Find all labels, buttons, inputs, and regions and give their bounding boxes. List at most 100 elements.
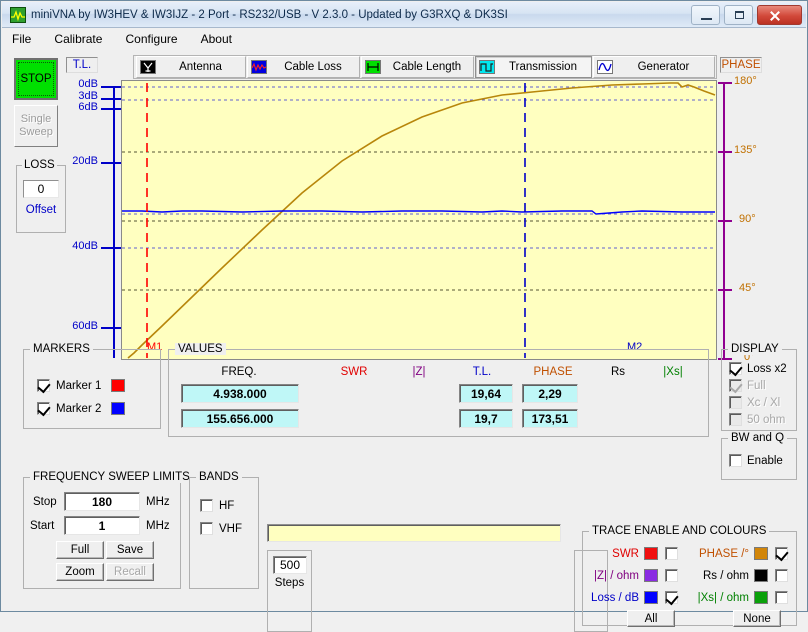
values-header-swr: SWR (340, 366, 368, 378)
display-full-checkbox (729, 379, 743, 394)
trace-xs-color-swatch[interactable] (754, 591, 768, 604)
band-vhf-label: VHF (219, 523, 242, 535)
right-axis-tick-45 (718, 289, 732, 291)
trace-panel-title: TRACE ENABLE AND COLOURS (589, 525, 770, 537)
antenna-icon (140, 60, 156, 74)
plot-canvas (122, 82, 716, 359)
generator-icon (597, 60, 613, 74)
window-title: miniVNA by IW3HEV & IW3IJZ - 2 Port - RS… (31, 9, 508, 21)
loss-value-input[interactable]: 0 (23, 180, 59, 198)
left-axis-tick-6db (101, 108, 121, 110)
tab-generator-label: Generator (637, 61, 690, 73)
trace-xs-label: |Xs| / ohm (697, 592, 749, 604)
loss-offset-label: Offset (25, 204, 57, 216)
trace-xs-checkbox[interactable] (775, 591, 788, 604)
loss-group: LOSS 0 Offset (16, 159, 66, 233)
trace-loss-checkbox[interactable] (665, 591, 679, 606)
stop-frequency-input[interactable]: 180 (64, 492, 140, 511)
band-hf-label: HF (219, 500, 235, 512)
marker-2-checkbox[interactable] (37, 402, 51, 417)
steps-input[interactable]: 500 (273, 556, 307, 574)
single-sweep-label-2: Sweep (19, 126, 53, 138)
trace-phase-label: PHASE /° (699, 548, 749, 560)
stop-unit: MHz (146, 496, 170, 508)
tab-transmission[interactable]: Transmission (475, 56, 592, 78)
close-button[interactable] (757, 5, 802, 25)
sweep-limits-title: FREQUENCY SWEEP LIMITS (30, 471, 193, 483)
minimize-button[interactable] (690, 5, 720, 25)
marker-1-color-swatch[interactable] (111, 379, 125, 392)
tab-cable-length-label: Cable Length (392, 61, 462, 73)
right-axis-label-135: 135° (734, 144, 757, 156)
save-button[interactable]: Save (106, 541, 154, 559)
trace-none-button[interactable]: None (733, 610, 781, 627)
trace-rs-label: Rs / ohm (702, 570, 749, 582)
tab-antenna[interactable]: Antenna (136, 56, 246, 78)
values-row1-phase: 2,29 (522, 384, 578, 403)
trace-z-checkbox[interactable] (665, 569, 678, 582)
trace-phase-color-swatch[interactable] (754, 547, 768, 560)
bw-and-q-enable-checkbox[interactable] (729, 454, 742, 467)
display-panel-title: DISPLAY (728, 343, 782, 355)
menu-item-calibrate[interactable]: Calibrate (44, 28, 112, 50)
minivna-window: miniVNA by IW3HEV & IW3IJZ - 2 Port - RS… (0, 0, 808, 632)
trace-swr-color-swatch[interactable] (644, 547, 658, 560)
maximize-button[interactable] (723, 5, 753, 25)
stop-label: Stop (33, 496, 57, 508)
values-row1-tl: 19,64 (459, 384, 513, 403)
left-axis-label-40db: 40dB (72, 240, 98, 252)
stop-button[interactable]: STOP (14, 58, 58, 100)
values-header-z: |Z| (412, 366, 426, 378)
band-vhf-checkbox[interactable] (200, 522, 213, 535)
trace-swr-checkbox[interactable] (665, 547, 678, 560)
bw-and-q-title: BW and Q (728, 432, 788, 444)
trace-rs-color-swatch[interactable] (754, 569, 768, 582)
tab-cable-length[interactable]: Cable Length (361, 56, 474, 78)
tab-cable-loss-label: Cable Loss (284, 61, 342, 73)
waveform-icon (251, 60, 267, 74)
menu-item-about[interactable]: About (191, 28, 242, 50)
trace-loss-label: Loss / dB (591, 592, 639, 604)
trace-loss-color-swatch[interactable] (644, 591, 658, 604)
display-loss-x2-label: Loss x2 (747, 363, 787, 375)
tab-generator[interactable]: Generator (593, 56, 715, 78)
full-button[interactable]: Full (56, 541, 104, 559)
steps-panel: 500 Steps (267, 550, 312, 632)
left-axis-tick-3db (101, 98, 121, 100)
trace-z-label: |Z| / ohm (594, 570, 639, 582)
menu-item-configure[interactable]: Configure (116, 28, 188, 50)
left-axis-label-20db: 20dB (72, 155, 98, 167)
marker-2-color-swatch[interactable] (111, 402, 125, 415)
values-panel: VALUES FREQ. SWR |Z| T.L. PHASE Rs |Xs| … (168, 343, 709, 437)
zoom-button[interactable]: Zoom (56, 563, 104, 581)
status-message-bar (267, 524, 561, 542)
right-axis-tick-135 (718, 151, 732, 153)
bw-and-q-panel: BW and Q Enable (721, 432, 797, 480)
display-xc-xl-checkbox (729, 396, 742, 409)
bands-panel-title: BANDS (196, 471, 242, 483)
right-axis-label-90: 90° (739, 213, 756, 225)
left-axis-tick-20db (101, 162, 121, 164)
menu-item-file[interactable]: File (2, 28, 41, 50)
window-buttons (690, 5, 802, 25)
display-loss-x2-checkbox[interactable] (729, 362, 743, 377)
client-area: Antenna Cable Loss Cable Length Transmis… (2, 50, 806, 632)
single-sweep-label-1: Single (20, 113, 52, 125)
start-frequency-input[interactable]: 1 (64, 516, 140, 535)
band-hf-checkbox[interactable] (200, 499, 213, 512)
trace-z-color-swatch[interactable] (644, 569, 658, 582)
left-axis-label-60db: 60dB (72, 320, 98, 332)
bands-panel: BANDS HF VHF (189, 471, 259, 589)
trace-rs-checkbox[interactable] (775, 569, 788, 582)
single-sweep-button[interactable]: Single Sweep (14, 105, 58, 147)
markers-panel-title: MARKERS (30, 343, 93, 355)
trace-phase-checkbox[interactable] (775, 547, 789, 562)
tab-antenna-label: Antenna (179, 61, 222, 73)
menu-bar: File Calibrate Configure About (2, 28, 806, 50)
transmission-plot[interactable]: M1 M2 (121, 80, 717, 360)
marker-1-checkbox[interactable] (37, 379, 51, 394)
trace-all-button[interactable]: All (627, 610, 675, 627)
tab-cable-loss[interactable]: Cable Loss (247, 56, 360, 78)
values-row2-freq: 155.656.000 (181, 409, 299, 428)
bw-and-q-enable-label: Enable (747, 455, 783, 467)
